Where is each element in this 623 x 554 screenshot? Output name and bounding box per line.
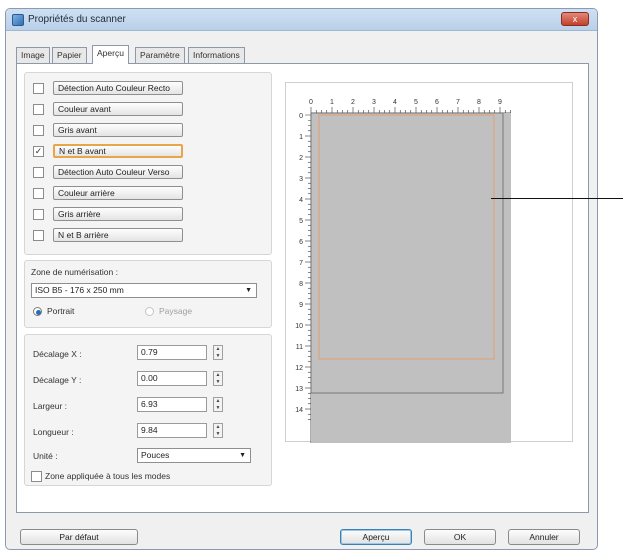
- callout-line: [491, 198, 623, 199]
- ruler-label: 12: [295, 365, 303, 372]
- ruler-label: 7: [456, 99, 460, 106]
- unit-value: Pouces: [141, 450, 170, 460]
- offset-x-input[interactable]: 0.79: [137, 345, 207, 360]
- ruler-label: 6: [435, 99, 439, 106]
- ruler-label: 6: [299, 239, 303, 246]
- dimensions-group: Décalage X : 0.79 ▲ ▼ Décalage Y : 0.00 ▲…: [24, 334, 272, 486]
- default-button[interactable]: Par défaut: [20, 529, 138, 545]
- mode-button[interactable]: Détection Auto Couleur Verso: [53, 165, 183, 179]
- scanner-properties-window: Propriétés du scanner x Image Papier Ape…: [5, 8, 598, 550]
- preview-button[interactable]: Aperçu: [340, 529, 412, 545]
- ruler-label: 3: [372, 99, 376, 106]
- preview-canvas: 0123456789 01234567891011121314: [295, 99, 511, 443]
- ruler-label: 1: [330, 99, 334, 106]
- portrait-label: Portrait: [47, 306, 75, 316]
- length-label: Longueur :: [33, 427, 74, 437]
- ruler-label: 0: [309, 99, 313, 106]
- ruler-label: 14: [295, 407, 303, 414]
- ruler-label: 8: [477, 99, 481, 106]
- ruler-label: 9: [498, 99, 502, 106]
- ruler-label: 8: [299, 281, 303, 288]
- mode-checkbox[interactable]: [33, 104, 44, 115]
- length-spinner[interactable]: ▲ ▼: [213, 423, 223, 438]
- window-title: Propriétés du scanner: [28, 14, 126, 25]
- portrait-radio[interactable]: [33, 307, 42, 316]
- scan-modes-group: Détection Auto Couleur Recto Couleur avan…: [24, 72, 272, 255]
- mode-checkbox[interactable]: ✓: [33, 146, 44, 157]
- offset-y-label: Décalage Y :: [33, 375, 82, 385]
- mode-button[interactable]: Gris arrière: [53, 207, 183, 221]
- width-input[interactable]: 6.93: [137, 397, 207, 412]
- preview-paper: [311, 113, 511, 443]
- mode-checkbox[interactable]: [33, 188, 44, 199]
- offset-x-label: Décalage X :: [33, 349, 82, 359]
- preview-area[interactable]: 0123456789 0 1 2 3 4 5 6 7 8 9 10 11 12 13 14: [285, 82, 573, 443]
- ruler-label: 3: [299, 176, 303, 183]
- mode-checkbox[interactable]: [33, 230, 44, 241]
- ruler-label: 2: [299, 155, 303, 162]
- ruler-label: 10: [295, 323, 303, 330]
- tab-image[interactable]: Image: [16, 47, 50, 63]
- scanner-app-icon: [12, 14, 24, 26]
- dropdown-arrow-icon: ▼: [245, 287, 252, 294]
- mode-checkbox[interactable]: [33, 167, 44, 178]
- length-input[interactable]: 9.84: [137, 423, 207, 438]
- mode-button[interactable]: Couleur arrière: [53, 186, 183, 200]
- mode-button[interactable]: N et B arrière: [53, 228, 183, 242]
- offset-y-spinner[interactable]: ▲ ▼: [213, 371, 223, 386]
- ruler-label: 13: [295, 386, 303, 393]
- tab-informations[interactable]: Informations: [188, 47, 245, 63]
- tab-papier[interactable]: Papier: [52, 47, 87, 63]
- offset-x-spinner[interactable]: ▲ ▼: [213, 345, 223, 360]
- unit-select[interactable]: Pouces ▼: [137, 448, 251, 463]
- landscape-label: Paysage: [159, 306, 193, 316]
- mode-checkbox[interactable]: [33, 125, 44, 136]
- apply-all-label: Zone appliquée à tous les modes: [45, 471, 171, 481]
- landscape-radio[interactable]: [145, 307, 154, 316]
- ruler-label: 4: [299, 197, 303, 204]
- tab-apercu[interactable]: Aperçu: [92, 45, 129, 64]
- mode-button[interactable]: Couleur avant: [53, 102, 183, 116]
- ruler-label: 5: [414, 99, 418, 106]
- ruler-label: 2: [351, 99, 355, 106]
- offset-y-input[interactable]: 0.00: [137, 371, 207, 386]
- ruler-label: 9: [299, 302, 303, 309]
- title-bar: Propriétés du scanner x: [6, 9, 597, 31]
- mode-button[interactable]: N et B avant: [53, 144, 183, 158]
- apercu-tab-panel: Détection Auto Couleur Recto Couleur avan…: [16, 63, 589, 513]
- close-button[interactable]: x: [561, 12, 589, 26]
- ruler-label: 1: [299, 134, 303, 141]
- tab-parametre[interactable]: Paramètre: [135, 47, 185, 63]
- mode-checkbox[interactable]: [33, 209, 44, 220]
- mode-button[interactable]: Détection Auto Couleur Recto: [53, 81, 183, 95]
- width-label: Largeur :: [33, 401, 68, 411]
- ok-button[interactable]: OK: [424, 529, 496, 545]
- mode-button[interactable]: Gris avant: [53, 123, 183, 137]
- cancel-button[interactable]: Annuler: [508, 529, 580, 545]
- scan-area-select[interactable]: ISO B5 - 176 x 250 mm ▼: [31, 283, 257, 298]
- scan-area-label: Zone de numérisation :: [31, 267, 118, 277]
- ruler-label: 11: [296, 344, 303, 351]
- apply-all-checkbox[interactable]: [31, 471, 42, 482]
- width-spinner[interactable]: ▲ ▼: [213, 397, 223, 412]
- ruler-label: 0: [299, 113, 303, 120]
- scan-area-value: ISO B5 - 176 x 250 mm: [35, 285, 124, 295]
- ruler-label: 7: [299, 260, 303, 267]
- ruler-label: 4: [393, 99, 397, 106]
- scan-area-group: Zone de numérisation : ISO B5 - 176 x 25…: [24, 260, 272, 328]
- ruler-label: 5: [299, 218, 303, 225]
- unit-label: Unité :: [33, 451, 58, 461]
- vertical-ruler: 01234567891011121314: [295, 113, 312, 443]
- mode-checkbox[interactable]: [33, 83, 44, 94]
- dropdown-arrow-icon: ▼: [239, 452, 246, 459]
- horizontal-ruler: 0 1 2 3 4 5 6 7 8 9: [309, 99, 511, 114]
